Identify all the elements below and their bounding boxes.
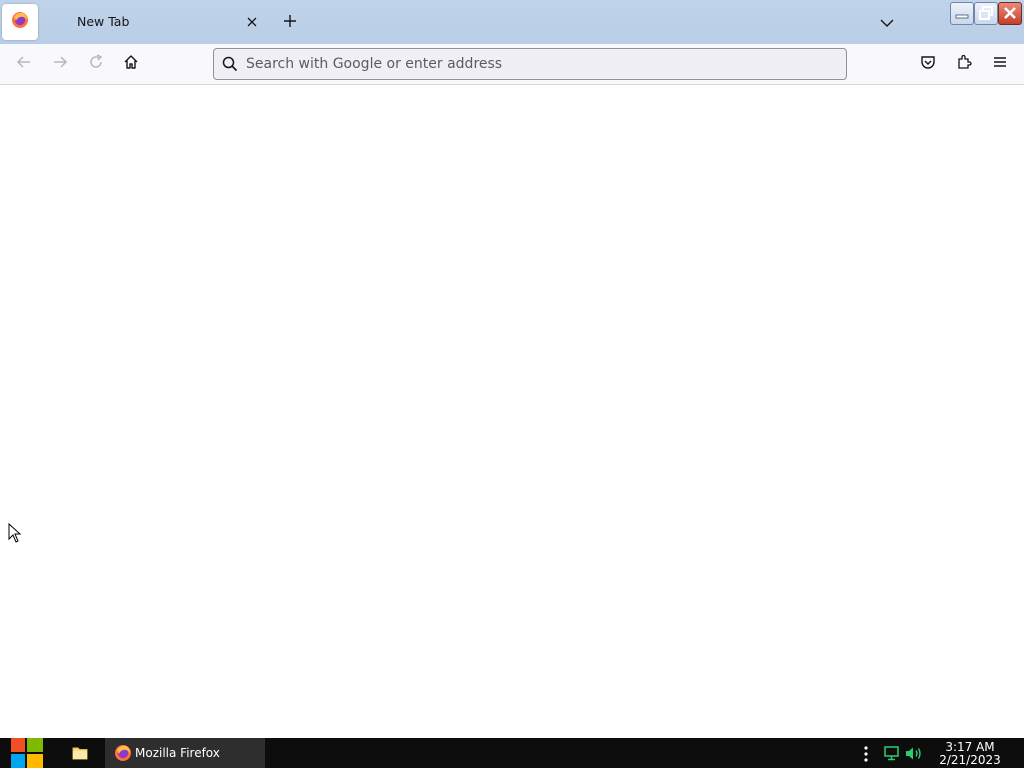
tray-overflow-button[interactable] [860, 745, 872, 763]
taskbar-app-label: Mozilla Firefox [135, 746, 220, 760]
taskbar-app-firefox[interactable]: Mozilla Firefox [105, 738, 265, 768]
reload-icon [88, 54, 104, 74]
firefox-view-button[interactable] [2, 4, 38, 40]
list-all-tabs-button[interactable] [877, 12, 897, 32]
more-vertical-icon [860, 746, 872, 767]
save-to-pocket-button[interactable] [918, 54, 938, 74]
restore-button[interactable] [974, 2, 998, 25]
firefox-icon [114, 744, 132, 766]
forward-button[interactable] [50, 54, 70, 74]
forward-arrow-icon [52, 54, 68, 74]
plus-icon [283, 13, 297, 32]
start-button[interactable] [10, 738, 44, 768]
firefox-icon [11, 11, 29, 33]
navigation-toolbar [0, 44, 1024, 85]
minimize-button[interactable] [950, 2, 974, 25]
windows-logo-icon [10, 738, 44, 772]
pocket-icon [920, 54, 936, 74]
chevron-down-icon [880, 13, 894, 32]
puzzle-icon [956, 54, 972, 74]
clock-time[interactable]: 3:17 AM [930, 740, 1010, 754]
close-icon[interactable] [243, 13, 261, 31]
search-icon [222, 56, 238, 72]
folder-icon [70, 747, 90, 766]
file-explorer-button[interactable] [70, 744, 90, 762]
home-button[interactable] [121, 54, 141, 74]
tab-title: New Tab [77, 14, 130, 29]
app-menu-button[interactable] [990, 54, 1010, 74]
speaker-icon [905, 746, 923, 765]
reload-button[interactable] [86, 54, 106, 74]
back-arrow-icon [16, 54, 32, 74]
taskbar: Mozilla Firefox 3:17 AM 2/21/2023 [0, 738, 1024, 768]
network-icon [883, 746, 900, 765]
url-input[interactable] [246, 49, 836, 79]
tab-new-tab[interactable]: New Tab [46, 4, 268, 40]
address-bar[interactable] [213, 48, 847, 80]
mouse-cursor-icon [8, 522, 22, 547]
new-tab-button[interactable] [280, 12, 300, 32]
extensions-button[interactable] [954, 54, 974, 74]
home-icon [123, 54, 139, 74]
page-content[interactable] [0, 85, 1024, 738]
clock-date[interactable]: 2/21/2023 [930, 753, 1010, 767]
volume-control[interactable] [905, 746, 923, 761]
back-button[interactable] [14, 54, 34, 74]
hamburger-menu-icon [992, 54, 1008, 74]
close-window-button[interactable] [998, 2, 1022, 25]
network-status[interactable] [883, 746, 900, 761]
tab-strip: New Tab [0, 0, 1024, 44]
